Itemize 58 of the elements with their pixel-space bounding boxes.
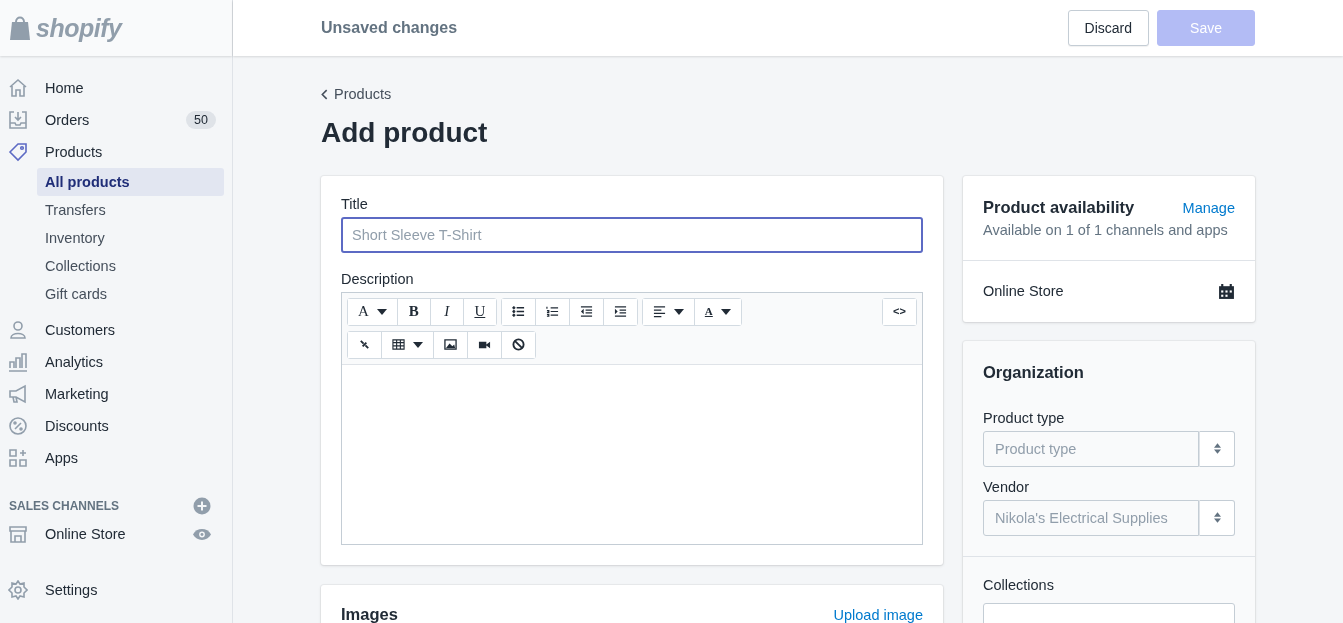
chevron-left-icon <box>321 88 328 100</box>
code-button[interactable]: <> <box>883 298 916 325</box>
up-down-arrows-icon <box>1213 512 1221 523</box>
card-subtitle: Available on 1 of 1 channels and apps <box>983 221 1229 238</box>
color-button[interactable]: A <box>693 298 741 325</box>
upload-image-link[interactable]: Upload image <box>833 606 923 623</box>
clear-button[interactable] <box>501 331 535 358</box>
nav-subitem[interactable]: Transfers <box>37 196 224 224</box>
nav-subitem[interactable]: Inventory <box>37 224 224 252</box>
combo-field[interactable]: Nikola's Electrical Supplies <box>983 499 1199 536</box>
image-icon <box>444 338 457 351</box>
nav-item[interactable]: Orders 50 <box>0 104 232 136</box>
dropdown-toggle[interactable] <box>1199 499 1235 536</box>
bullets-icon <box>511 305 525 318</box>
nav-item[interactable]: Settings <box>0 574 232 606</box>
field-label: Product type <box>983 409 1066 426</box>
indent-button[interactable] <box>602 298 637 325</box>
nav-item[interactable]: Marketing <box>0 378 232 410</box>
nav-item[interactable]: Customers <box>0 314 232 346</box>
status-text: Unsaved changes <box>321 19 458 37</box>
count-badge: 50 <box>186 111 216 129</box>
nav-item[interactable]: Apps <box>0 442 232 474</box>
nav-item[interactable]: Products <box>0 136 232 168</box>
underline-button[interactable]: U <box>462 298 496 325</box>
title-field[interactable]: Short Sleeve T-Shirt <box>341 216 923 253</box>
field-label: Description <box>341 270 415 287</box>
nav-item[interactable]: Home <box>0 72 232 104</box>
link-icon <box>358 338 371 351</box>
up-down-arrows-icon <box>1213 443 1221 454</box>
section-heading: SALES CHANNELS <box>9 499 119 513</box>
logo-text: shopify <box>36 13 122 43</box>
combo-field[interactable]: Product type <box>983 430 1199 467</box>
field-label: Vendor <box>983 478 1030 495</box>
nav-subitem[interactable]: Gift cards <box>37 280 224 308</box>
card-title: Organization <box>983 362 1085 382</box>
align-icon <box>652 305 666 318</box>
nav-item[interactable]: Online Store <box>0 518 232 550</box>
outdent-icon <box>579 305 593 318</box>
calendar-icon[interactable] <box>1218 282 1235 300</box>
shopping-bag-icon <box>9 15 31 41</box>
nav-item[interactable]: Analytics <box>0 346 232 378</box>
card-title: Images <box>341 604 398 623</box>
numbers-icon <box>545 305 559 318</box>
breadcrumb-link[interactable]: Products <box>321 86 392 102</box>
field-label: Collections <box>983 576 1055 593</box>
page-title: Add product <box>321 116 489 149</box>
field-label: Title <box>341 195 369 212</box>
indent-icon <box>613 305 627 318</box>
nav-subitem[interactable]: All products <box>37 168 224 196</box>
nav-subitem[interactable]: Collections <box>37 252 224 280</box>
table-icon <box>392 338 405 351</box>
channel-name: Online Store <box>983 283 1064 299</box>
manage-link[interactable]: Manage <box>1182 199 1235 216</box>
discard-button[interactable]: Discard <box>1067 10 1150 46</box>
dropdown-toggle[interactable] <box>1199 430 1235 467</box>
clear-icon <box>512 338 525 351</box>
nav-item[interactable]: Discounts <box>0 410 232 442</box>
card-title: Product availability <box>983 197 1135 217</box>
